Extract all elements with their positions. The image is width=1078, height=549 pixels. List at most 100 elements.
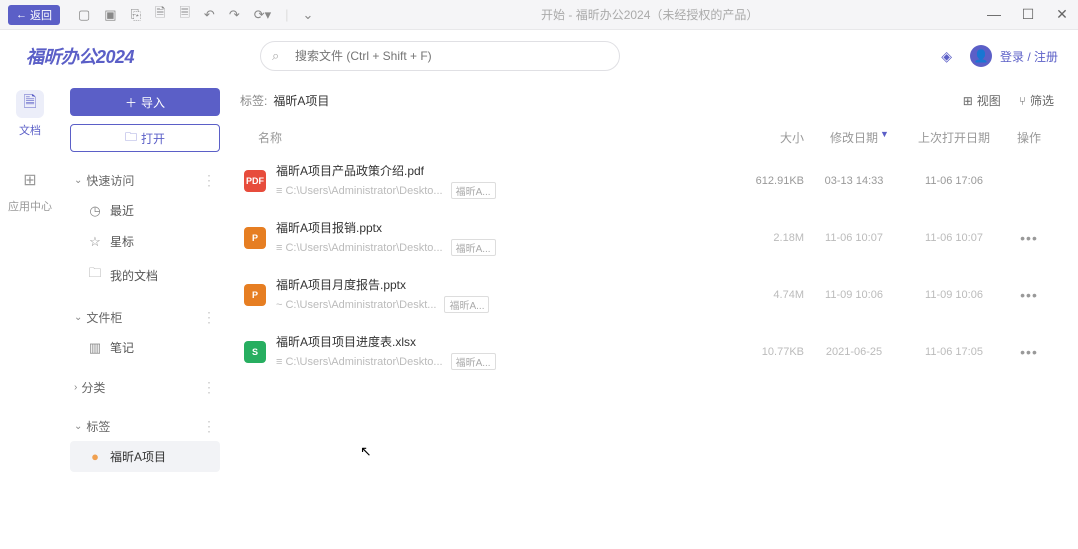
dropdown-icon[interactable]: ⌄ [303,7,314,23]
col-modified[interactable]: 修改日期▼ [804,129,904,146]
folder-icon: 🗀 [125,128,137,149]
maximize-icon[interactable]: ☐ [1020,6,1036,23]
file-tag-chip[interactable]: 福昕A... [444,296,489,313]
import-button[interactable]: ＋导入 [70,88,220,116]
section-quick-access[interactable]: ⌄ 快速访问 ⋮ [70,166,220,195]
user-login-link[interactable]: 👤 登录 / 注册 [970,45,1058,67]
back-arrow-icon: ← [16,9,27,21]
tag-dot-icon: ● [88,449,102,464]
file-last-opened: 11-06 17:06 [904,175,1004,187]
export-icon[interactable]: 🗏 [179,4,189,26]
file-last-opened: 11-06 10:07 [904,232,1004,244]
minimize-icon[interactable]: — [986,6,1002,23]
rail-item-apps[interactable]: ⊞ 应用中心 [8,166,52,214]
file-row[interactable]: S 福昕A项目项目进度表.xlsx ≡ C:\Users\Administrator… [240,323,1054,380]
sidebar-item-mydocs[interactable]: 🗀 我的文档 [70,257,220,293]
more-icon[interactable]: ⋮ [202,172,216,189]
divider: | [285,7,288,22]
sidebar: ＋导入 🗀打开 ⌄ 快速访问 ⋮ ◷ 最近 ☆ 星标 🗀 我的文档 [60,82,230,549]
titlebar-toolbar: ▢ ▣ ⎘ 🗎 🗏 ↶ ↷ ⟳▾ | ⌄ [78,4,313,26]
file-name: 福昕A项目项目进度表.xlsx [276,333,734,350]
window-title: 开始 - 福昕办公2024（未经授权的产品） [313,6,986,23]
file-row[interactable]: P 福昕A项目报销.pptx≡ C:\Users\Administrator\De… [240,209,1054,266]
xls-file-icon: S [244,341,266,363]
file-tag-chip[interactable]: 福昕A... [451,353,496,370]
open-button[interactable]: 🗀打开 [70,124,220,152]
journal-icon: ▥ [88,340,102,356]
content-head: 标签: 福昕A项目 ⊞视图 ⑂筛选 [240,92,1054,109]
section-filebox[interactable]: ⌄ 文件柜 ⋮ [70,303,220,332]
file-meta: 福昕A项目项目进度表.xlsx ≡ C:\Users\Administrator\… [276,333,734,370]
window-controls: — ☐ ✕ [986,6,1070,23]
file-tag-chip[interactable]: 福昕A... [451,239,496,256]
file-meta: 福昕A项目报销.pptx≡ C:\Users\Administrator\Des… [276,219,734,256]
chevron-right-icon: › [74,382,77,393]
file-name: 福昕A项目产品政策介绍.pdf [276,162,734,179]
sidebar-item-journal[interactable]: ▥ 笔记 [70,332,220,363]
save-icon[interactable]: ▣ [104,7,116,23]
search-wrap: ⌕ [260,41,620,71]
col-size[interactable]: 大小 [734,129,804,146]
sidebar-item-star[interactable]: ☆ 星标 [70,226,220,257]
file-size: 2.18M [734,232,804,244]
apps-icon: ⊞ [16,166,44,194]
file-size: 612.91KB [734,175,804,187]
chevron-down-icon: ⌄ [74,421,82,432]
undo-icon[interactable]: ↶ [204,7,215,23]
table-header: 名称 大小 修改日期▼ 上次打开日期 操作 [240,123,1054,152]
file-size: 4.74M [734,289,804,301]
section-category[interactable]: › 分类 ⋮ [70,373,220,402]
file-path: ~ C:\Users\Administrator\Deskt... [276,299,436,311]
more-icon[interactable]: ⋮ [202,309,216,326]
file-tag-chip[interactable]: 福昕A... [451,182,496,199]
file-path: ≡ C:\Users\Administrator\Deskto... [276,185,443,197]
back-button[interactable]: ← 返回 [8,5,60,25]
rail-label-apps: 应用中心 [8,198,52,214]
history-icon[interactable]: ⟳▾ [254,7,271,23]
view-toggle[interactable]: ⊞视图 [963,92,1001,109]
col-actions: 操作 [1004,129,1054,146]
main: 🗎 文档 ⊞ 应用中心 ＋导入 🗀打开 ⌄ 快速访问 ⋮ ◷ 最近 [0,82,1078,549]
redo-icon[interactable]: ↷ [229,7,240,23]
sidebar-item-recent[interactable]: ◷ 最近 [70,195,220,226]
nav-rail: 🗎 文档 ⊞ 应用中心 [0,82,60,549]
file-path: ≡ C:\Users\Administrator\Deskto... [276,356,443,368]
file-name: 福昕A项目月度报告.pptx [276,276,734,293]
file-row[interactable]: PDF 福昕A项目产品政策介绍.pdf ≡ C:\Users\Administrat… [240,152,1054,209]
col-name[interactable]: 名称 [240,129,734,146]
search-icon: ⌕ [272,48,279,64]
more-icon[interactable]: ⋮ [202,418,216,435]
app-logo: 福昕办公2024 [20,43,260,69]
file-size: 10.77KB [734,346,804,358]
ppt-file-icon: P [244,284,266,306]
section-tags[interactable]: ⌄ 标签 ⋮ [70,412,220,441]
chevron-down-icon: ⌄ [74,312,82,323]
filter-toggle[interactable]: ⑂筛选 [1019,92,1054,109]
more-icon[interactable]: ⋮ [202,379,216,396]
file-row[interactable]: P 福昕A项目月度报告.pptx ~ C:\Users\Administrator\… [240,266,1054,323]
file-path: ≡ C:\Users\Administrator\Deskto... [276,242,443,254]
rail-label-docs: 文档 [19,122,41,138]
file-modified: 03-13 14:33 [804,175,904,187]
pdf-file-icon: PDF [244,170,266,192]
file-list: PDF 福昕A项目产品政策介绍.pdf ≡ C:\Users\Administrat… [240,152,1054,380]
star-icon: ☆ [88,234,102,250]
file-meta: 福昕A项目产品政策介绍.pdf ≡ C:\Users\Administrator\… [276,162,734,199]
rail-item-docs[interactable]: 🗎 文档 [16,90,44,138]
col-last-opened[interactable]: 上次打开日期 [904,129,1004,146]
row-more-icon[interactable]: ••• [1004,287,1054,303]
new-doc-icon[interactable]: 🗎 [155,4,165,26]
sidebar-tag-project-a[interactable]: ● 福昕A项目 [70,441,220,472]
ppt-file-icon: P [244,227,266,249]
row-more-icon[interactable]: ••• [1004,344,1054,360]
mydocs-icon: 🗀 [88,264,102,286]
close-icon[interactable]: ✕ [1054,6,1070,23]
top-row: 福昕办公2024 ⌕ ◈ 👤 登录 / 注册 [0,30,1078,82]
chevron-down-icon: ⌄ [74,175,82,186]
save-as-icon[interactable]: ⎘ [131,7,141,23]
search-input[interactable] [260,41,620,71]
titlebar: ← 返回 ▢ ▣ ⎘ 🗎 🗏 ↶ ↷ ⟳▾ | ⌄ 开始 - 福昕办公2024（… [0,0,1078,30]
folder-open-icon[interactable]: ▢ [78,7,90,23]
row-more-icon[interactable]: ••• [1004,230,1054,246]
premium-icon[interactable]: ◈ [941,48,952,65]
